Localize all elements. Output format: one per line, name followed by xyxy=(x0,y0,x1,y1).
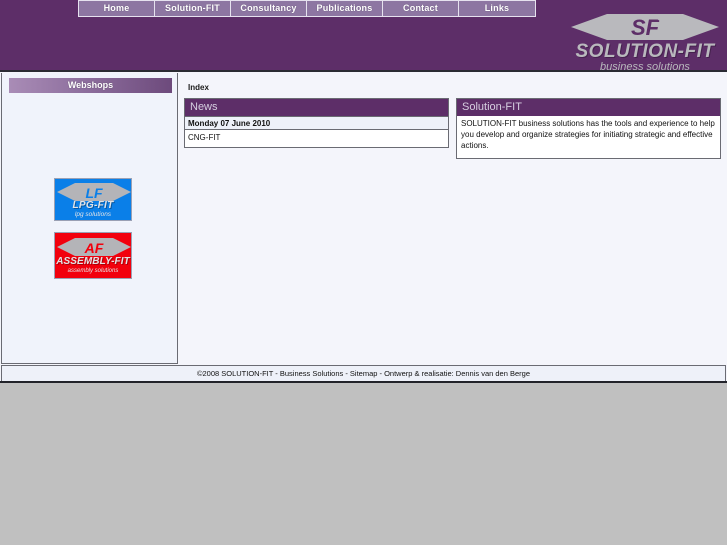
news-panel-title: News xyxy=(185,99,448,116)
nav-item-contact[interactable]: Contact xyxy=(383,1,459,16)
webshop-lpg-main-text: LPG-FIT xyxy=(72,200,114,211)
webshop-assembly-sub-text: assembly solutions xyxy=(67,268,119,274)
webshop-lpg-sub-text: lpg solutions xyxy=(74,211,112,218)
news-date: Monday 07 June 2010 xyxy=(185,116,448,130)
page-container: Home Solution-FIT Consultancy Publicatio… xyxy=(0,0,727,383)
solution-fit-panel-title: Solution-FIT xyxy=(457,99,720,116)
svg-text:SF: SF xyxy=(631,15,660,40)
main-content: Index News Monday 07 June 2010 CNG-FIT S… xyxy=(180,73,726,364)
sidebar: Webshops LF LPG-FIT lpg solutions AF ASS… xyxy=(1,73,178,364)
news-panel: News Monday 07 June 2010 CNG-FIT xyxy=(184,98,449,148)
news-item-link[interactable]: CNG-FIT xyxy=(185,130,448,145)
sf-arrow-emblem-icon: SF xyxy=(571,14,719,40)
sidebar-header-webshops: Webshops xyxy=(9,78,172,93)
site-logo[interactable]: SF SOLUTION-FIT business solutions xyxy=(569,12,721,73)
logo-sub-text: business solutions xyxy=(600,61,690,73)
browser-viewport: Home Solution-FIT Consultancy Publicatio… xyxy=(0,0,727,545)
webshop-link-assembly-fit[interactable]: AF ASSEMBLY-FIT assembly solutions xyxy=(54,232,132,279)
webshop-assembly-main-text: ASSEMBLY-FIT xyxy=(56,256,130,267)
site-footer: ©2008 SOLUTION-FIT - Business Solutions … xyxy=(1,365,726,381)
webshop-link-lpg-fit[interactable]: LF LPG-FIT lpg solutions xyxy=(54,178,132,221)
svg-text:LF: LF xyxy=(85,185,103,201)
breadcrumb: Index xyxy=(188,83,209,92)
nav-item-publications[interactable]: Publications xyxy=(307,1,383,16)
nav-item-links[interactable]: Links xyxy=(459,1,535,16)
main-navigation: Home Solution-FIT Consultancy Publicatio… xyxy=(78,0,536,17)
nav-item-solution-fit[interactable]: Solution-FIT xyxy=(155,1,231,16)
nav-item-home[interactable]: Home xyxy=(79,1,155,16)
logo-main-text: SOLUTION-FIT xyxy=(575,41,715,62)
site-header: Home Solution-FIT Consultancy Publicatio… xyxy=(0,0,727,73)
nav-item-consultancy[interactable]: Consultancy xyxy=(231,1,307,16)
solution-fit-panel: Solution-FIT SOLUTION-FIT business solut… xyxy=(456,98,721,159)
solution-fit-panel-body: SOLUTION-FIT business solutions has the … xyxy=(457,116,720,153)
svg-text:AF: AF xyxy=(84,240,104,256)
